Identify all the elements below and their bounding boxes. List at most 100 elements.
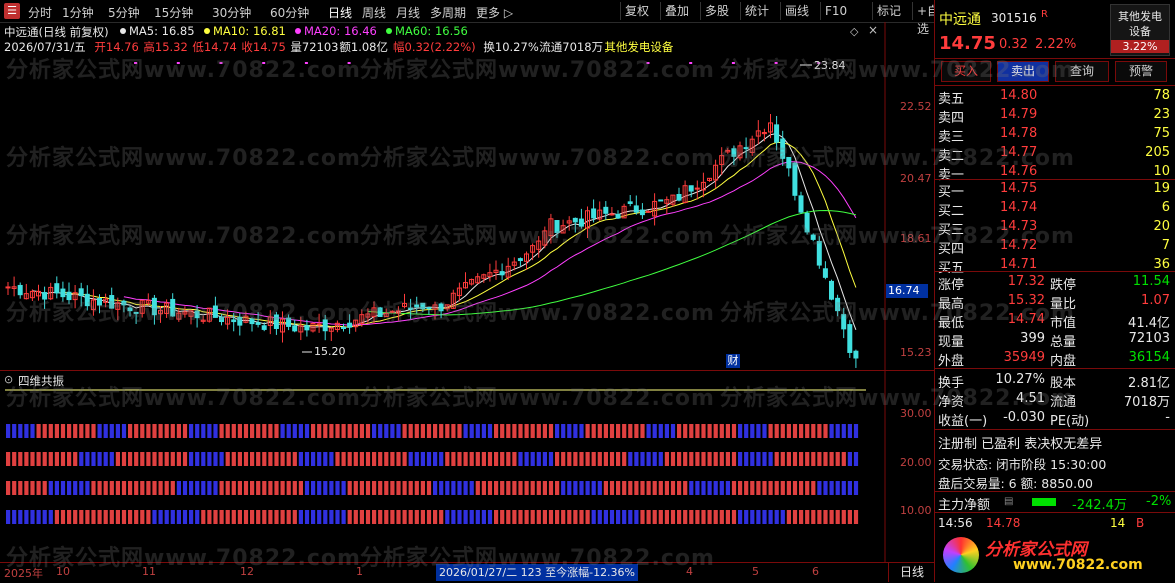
resonance-bar [701, 510, 706, 524]
period-tab[interactable]: 60分钟 [270, 4, 309, 21]
divider [935, 512, 1175, 513]
resonance-bar [201, 481, 206, 495]
resonance-bar [811, 452, 816, 466]
asks-row[interactable]: 卖四 14.79 23 [938, 106, 1170, 126]
resonance-bar [30, 452, 35, 466]
alert-button[interactable]: 预警 [1115, 61, 1167, 82]
kline-chart[interactable] [0, 22, 935, 562]
menu-icon[interactable]: ☰ [4, 3, 20, 19]
resonance-bar [207, 510, 212, 524]
period-tab[interactable]: 周线 [362, 4, 386, 21]
resonance-bar [487, 424, 493, 438]
resonance-bar [48, 452, 53, 466]
resonance-bar [402, 510, 407, 524]
resonance-bar [652, 510, 657, 524]
resonance-bar [402, 452, 407, 466]
resonance-bar [433, 510, 438, 524]
bids-row[interactable]: 买二 14.74 6 [938, 199, 1170, 219]
resonance-bar [548, 452, 554, 466]
resonance-bar [286, 424, 291, 438]
resonance-bar [213, 452, 218, 466]
resonance-bar [725, 452, 730, 466]
period-tab[interactable]: 更多 ▷ [476, 4, 513, 21]
resonance-bar [225, 452, 230, 466]
period-label[interactable]: 日线 [888, 563, 935, 582]
toolbar-button[interactable]: 标记 [872, 2, 905, 20]
resonance-bar [329, 452, 334, 466]
resonance-bar [433, 481, 438, 495]
resonance-bar [829, 510, 834, 524]
period-tab[interactable]: 月线 [396, 4, 420, 21]
resonance-bar [469, 481, 474, 495]
resonance-bar [670, 452, 676, 466]
resonance-bar [292, 452, 297, 466]
candle-body [688, 185, 694, 192]
resonance-bar [347, 510, 352, 524]
stat-value: 17.32 [1007, 274, 1045, 289]
watermark-text: 分析家公式网www.70822.com [6, 301, 361, 326]
list-icon[interactable]: ▤ [1004, 496, 1013, 507]
resonance-bar [372, 424, 377, 438]
logo-url: www.70822.com [1013, 557, 1143, 573]
period-tab[interactable]: 30分钟 [212, 4, 251, 21]
period-tab[interactable]: 1分钟 [62, 4, 94, 21]
resonance-bar [567, 481, 572, 495]
resonance-bar [817, 424, 822, 438]
resonance-bar [451, 452, 456, 466]
main-net-value: -242.4万 [1072, 498, 1127, 513]
resonance-bar [835, 510, 840, 524]
resonance-bar [353, 452, 358, 466]
tick-price: 14.78 [986, 516, 1021, 530]
candle-body [54, 283, 60, 294]
resonance-bar [823, 481, 828, 495]
resonance-bar [689, 424, 694, 438]
site-logo: 分析家公式网 www.70822.com [939, 533, 1171, 579]
toolbar-button[interactable]: 复权 [620, 2, 653, 20]
resonance-bar [591, 424, 596, 438]
resonance-bar [567, 510, 572, 524]
period-tab[interactable]: 分时 [28, 4, 52, 21]
divider [935, 85, 1175, 86]
finance-badge[interactable]: 财 [726, 354, 740, 368]
period-tab[interactable]: 5分钟 [108, 4, 140, 21]
period-tab[interactable]: 多周期 [430, 4, 466, 21]
bids-row[interactable]: 买一 14.75 19 [938, 180, 1170, 200]
sector-box[interactable]: 其他发电 设备 3.22% [1110, 4, 1170, 56]
resonance-bar [609, 452, 615, 466]
toolbar-button[interactable]: 画线 [780, 2, 813, 20]
period-tab[interactable]: 15分钟 [154, 4, 193, 21]
resonance-bar [231, 452, 236, 466]
resonance-bar [738, 481, 743, 495]
resonance-bar [402, 481, 407, 495]
resonance-bar [512, 481, 517, 495]
stat-value: 7018万 [1123, 395, 1170, 410]
resonance-bar [79, 481, 84, 495]
resonance-bar [609, 510, 615, 524]
resonance-bar [738, 510, 743, 524]
registration-text: 注册制 已盈利 表决权无差异 [938, 437, 1103, 452]
resonance-bar [298, 424, 303, 438]
resonance-bar [146, 510, 151, 524]
toolbar-button[interactable]: F10 [820, 2, 851, 20]
resonance-bar [731, 424, 737, 438]
resonance-bar [146, 452, 151, 466]
resonance-bar [140, 452, 145, 466]
toolbar-button[interactable]: 多股 [700, 2, 733, 20]
resonance-bar [762, 481, 767, 495]
resonance-bar [396, 510, 401, 524]
toolbar-button[interactable]: 统计 [740, 2, 773, 20]
candle-body [603, 206, 609, 214]
resonance-bar [323, 424, 328, 438]
resonance-bar [243, 481, 249, 495]
chart-area[interactable]: 中远通(日线 前复权) MA5: 16.85 MA10: 16.81 MA20: 1… [0, 22, 935, 562]
resonance-bar [780, 510, 785, 524]
resonance-bar [152, 481, 157, 495]
toolbar-button[interactable]: 叠加 [660, 2, 693, 20]
period-tab[interactable]: 日线 [328, 4, 352, 21]
asks-row[interactable]: 卖五 14.80 78 [938, 87, 1170, 107]
resonance-bar [311, 510, 316, 524]
sector-change: 3.22% [1111, 40, 1169, 53]
resonance-bar [652, 481, 657, 495]
resonance-bar [561, 481, 566, 495]
resonance-bar [481, 452, 486, 466]
